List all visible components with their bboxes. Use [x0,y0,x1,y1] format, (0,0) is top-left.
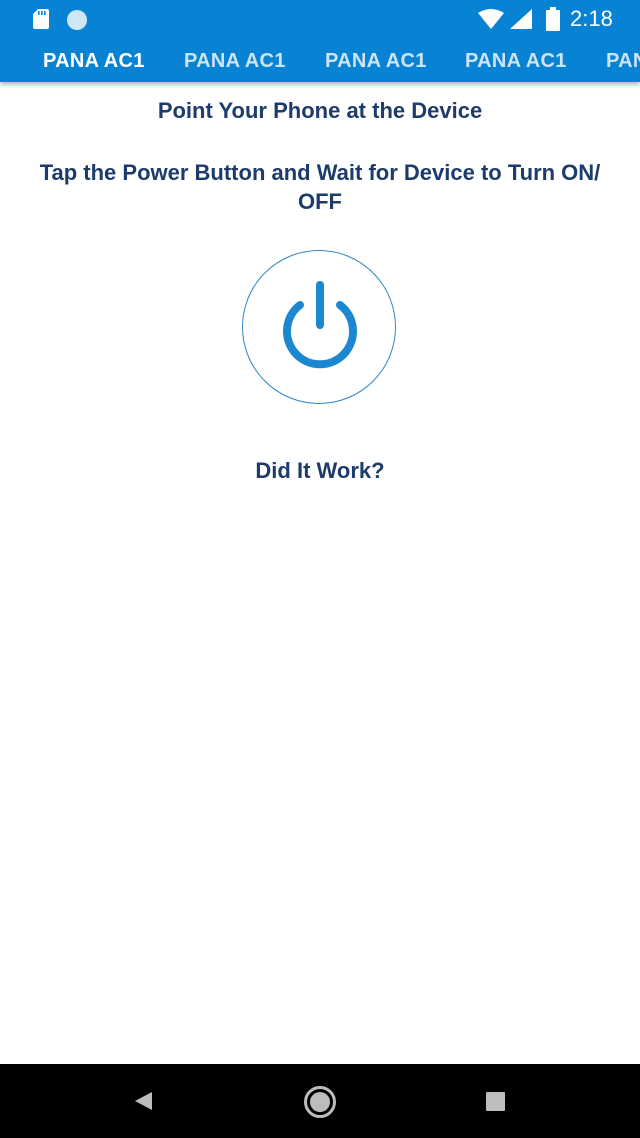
navigation-bar [0,1064,640,1138]
tab-pana-ac1-3[interactable]: PANA AC1 [325,50,427,73]
did-it-work-prompt: Did It Work? [255,458,385,483]
app-header: 2:18 PANA AC1 PANA AC1 PANA AC1 PANA AC1… [0,0,640,82]
app-screen: 2:18 PANA AC1 PANA AC1 PANA AC1 PANA AC1… [0,0,640,1138]
wifi-icon [478,9,504,29]
notification-dot-icon [67,10,87,30]
signal-icon [510,9,532,29]
battery-icon [546,7,560,31]
recents-icon[interactable] [486,1092,505,1111]
tab-pana-ac1-2[interactable]: PANA AC1 [184,50,286,73]
power-button[interactable] [242,250,396,404]
power-icon [283,281,357,369]
instruction-point-phone: Point Your Phone at the Device [157,98,483,123]
tab-pana-ac1-5[interactable]: PAN [606,50,640,73]
tab-pana-ac1-1[interactable]: PANA AC1 [43,50,145,73]
back-icon[interactable] [132,1090,154,1112]
status-time: 2:18 [570,6,613,31]
home-icon[interactable] [303,1085,337,1119]
sd-card-icon [33,9,49,29]
tab-pana-ac1-4[interactable]: PANA AC1 [465,50,567,73]
instruction-tap-power: Tap the Power Button and Wait for Device… [39,160,601,214]
status-bar: 2:18 [0,0,640,38]
device-tabs: PANA AC1 PANA AC1 PANA AC1 PANA AC1 PAN [0,40,640,82]
